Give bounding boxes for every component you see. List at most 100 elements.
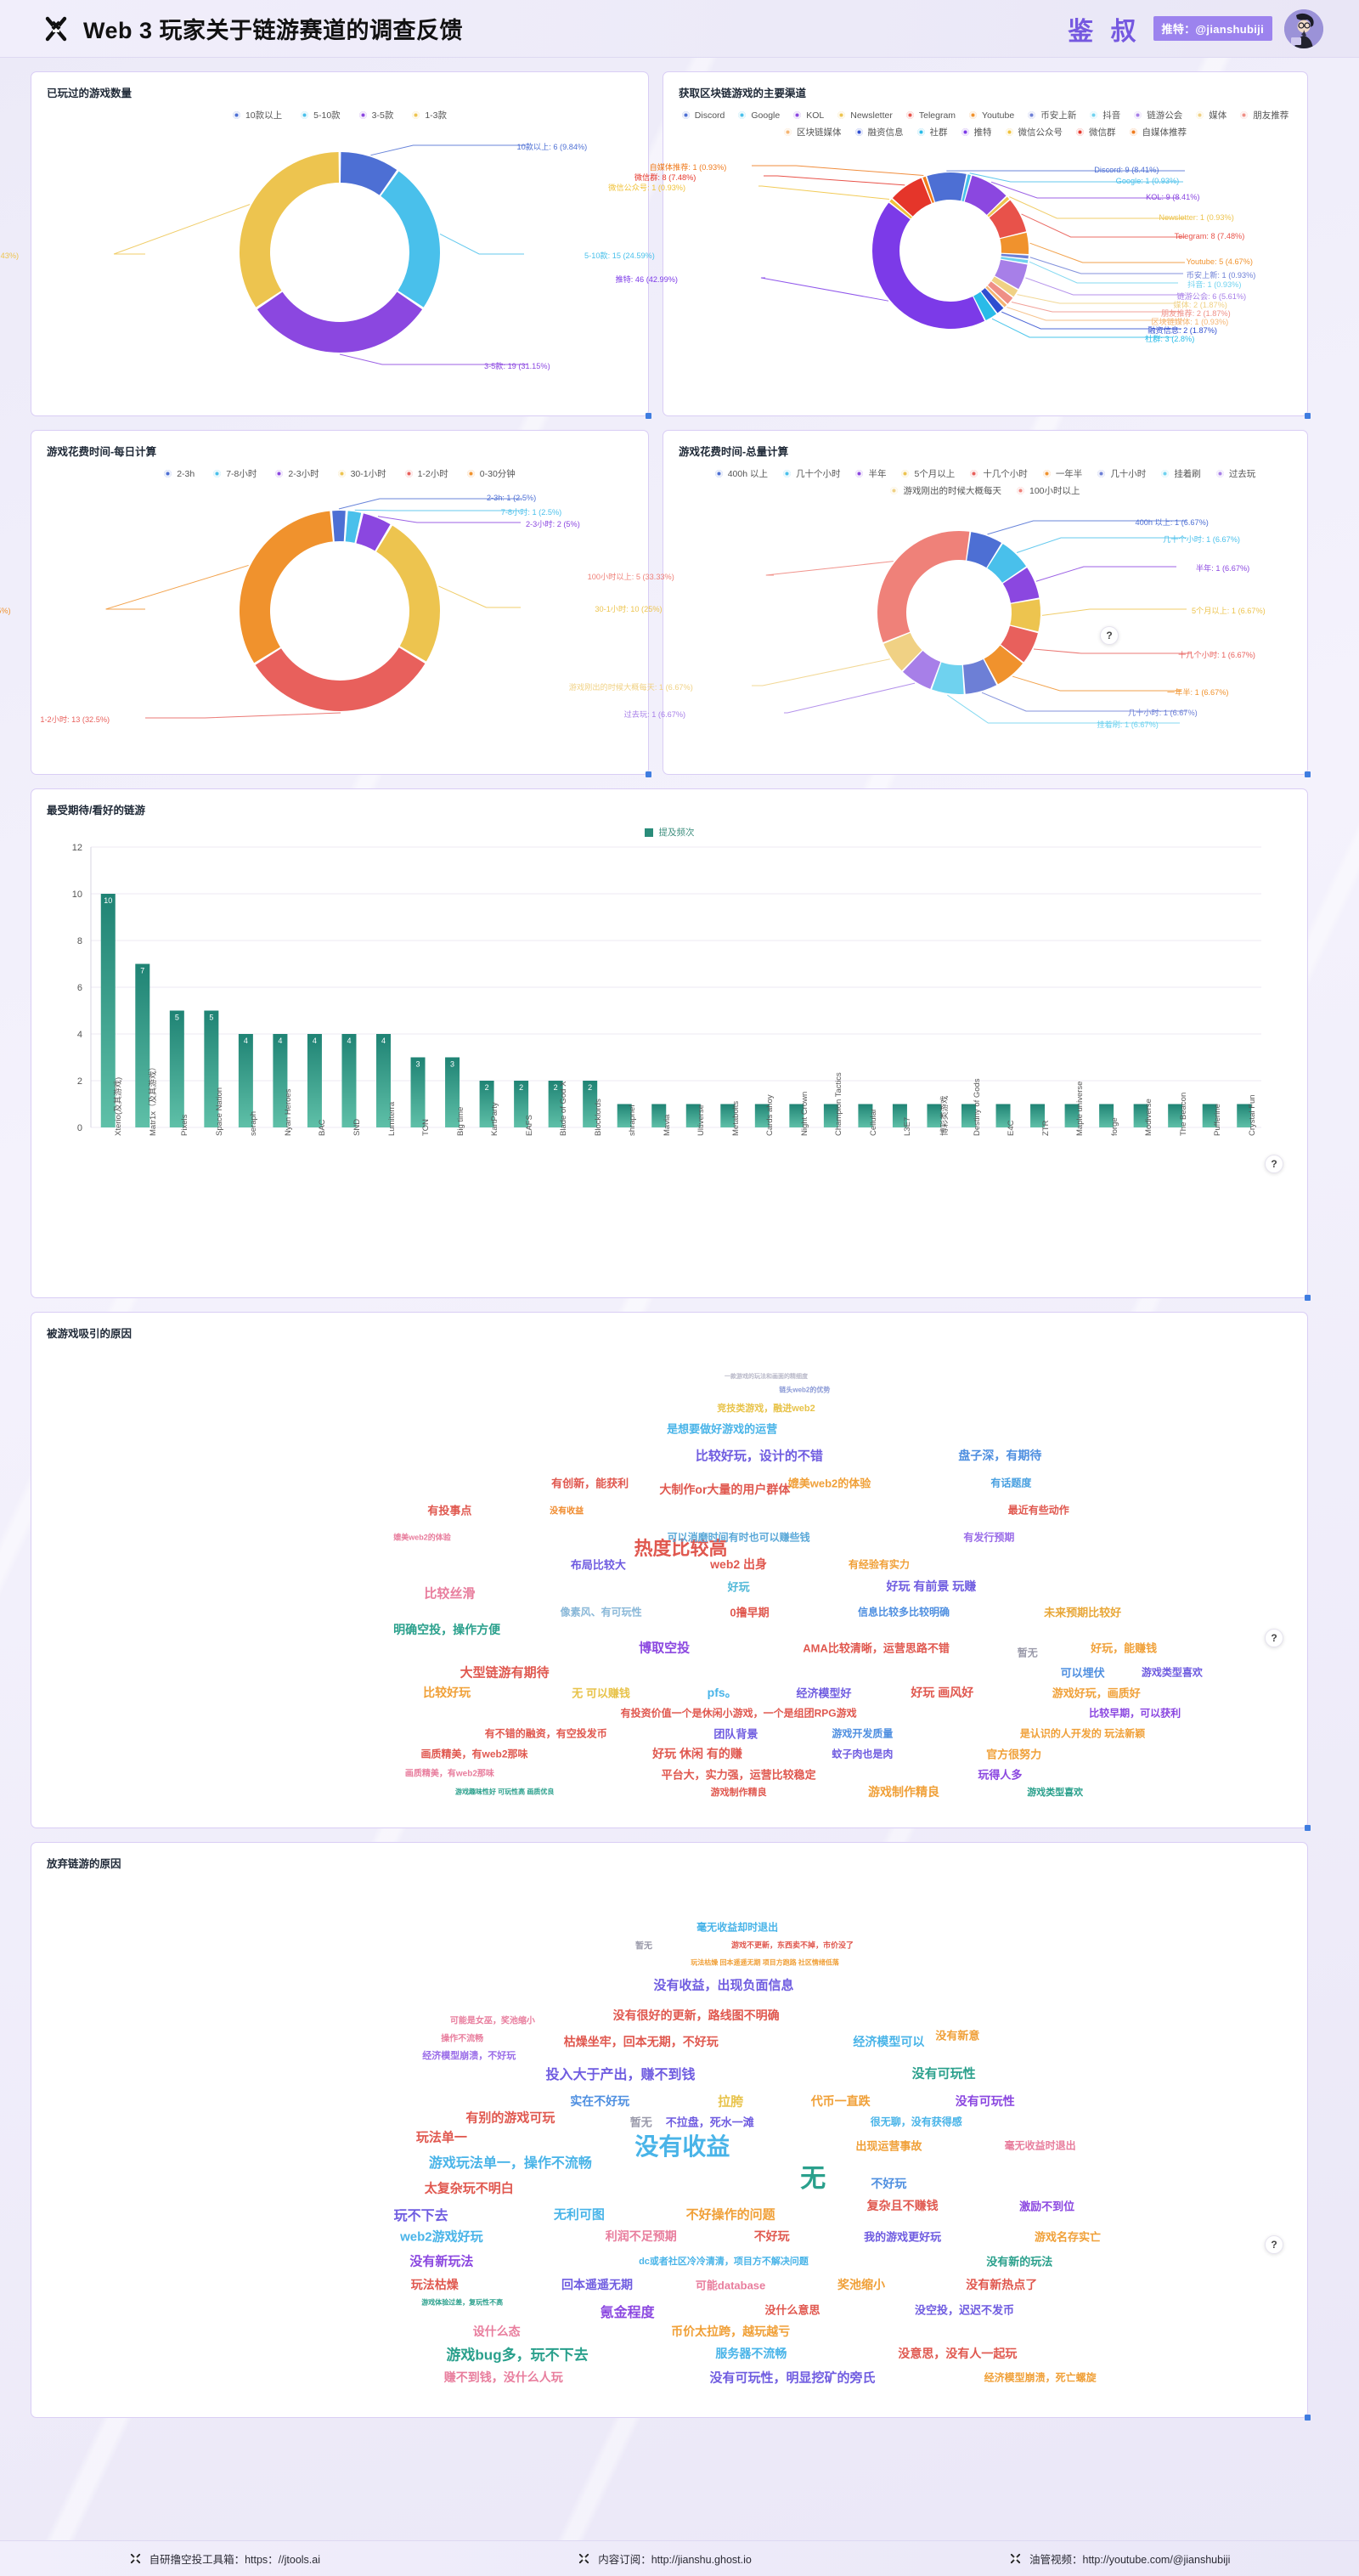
resize-handle[interactable] [1305,413,1311,419]
resize-handle[interactable] [1305,1825,1311,1831]
card-time-total[interactable]: 游戏花费时间-总量计算 400h 以上 几十个小时 半年 5个月以上 十几个小时 一年半几… [569,430,1311,777]
legend-item[interactable]: 1-2小时 [404,467,448,480]
legend-item[interactable]: 媒体 [1196,109,1226,121]
wordcloud-word: 大制作or大量的用户群体 [659,1483,791,1496]
donut-label: KOL: 9 (8.41%) [1146,193,1200,201]
wordcloud-word: 无利可图 [553,2207,605,2223]
legend-item[interactable]: Discord [681,109,725,121]
legend-item[interactable]: 400h 以上 [714,467,768,480]
donut-slice[interactable] [376,525,440,662]
footer-item[interactable]: 油管视频：http://youtube.com/@jianshubiji [1009,2551,1230,2567]
legend-item[interactable]: 社群 [916,126,948,138]
legend-swatch [738,111,747,119]
card-time-daily[interactable]: 游戏花费时间-每日计算 2-3h 7-8小时 2-3小时 30-1小时 1-2小时 0-3… [0,430,663,777]
resize-handle[interactable] [1305,1295,1311,1301]
legend-item[interactable]: 区块链媒体 [784,126,842,138]
legend-item[interactable]: Telegram [905,109,956,121]
legend-item[interactable]: 微信群 [1076,126,1116,138]
wordcloud-word: 游戏类型喜欢 [1141,1666,1203,1679]
legend-swatch [855,470,864,477]
legend-label: Discord [694,110,725,121]
legend-item[interactable]: 融资信息 [854,126,904,138]
leader-line [105,564,249,610]
legend-item[interactable]: 朋友推荐 [1240,109,1289,121]
legend-item[interactable]: KOL [793,109,824,121]
wordcloud-word: 媲美web2的体验 [787,1477,871,1490]
wordcloud-word: 暂无 [635,1941,653,1952]
legend-item[interactable]: Youtube [969,109,1014,121]
legend-label: 区块链媒体 [797,127,842,138]
footer-item[interactable]: 自研撸空投工具箱：https：//jtools.ai [129,2551,320,2567]
legend-item[interactable]: 过去玩 [1215,467,1255,480]
donut-slice[interactable] [927,172,967,202]
wordcloud-quit: 没有收益无 没有收益，出现负面信息 毫无收益却时退出 暂无 游戏不更新，东西卖不掉，市价… [47,1874,1292,2409]
x-tick-label: Matr1x（及其游戏） [148,1062,158,1136]
legend-item[interactable]: 推特 [961,126,992,138]
chart-row-2: 游戏花费时间-每日计算 2-3h 7-8小时 2-3小时 30-1小时 1-2小时 0-3… [0,430,1328,777]
legend-item[interactable]: 2-3h [164,467,195,480]
donut-slice[interactable] [1010,599,1040,632]
donut-slice[interactable] [877,531,970,643]
resize-handle[interactable] [1305,771,1311,777]
legend-item[interactable]: 游戏刚出的时候大概每天 [890,484,1001,497]
legend-item[interactable]: 10款以上 [232,109,282,121]
legend-games-played: 10款以上 5-10款 3-5款 1-3款 [47,109,633,121]
legend-swatch [301,111,309,119]
card-most-anticipated[interactable]: 最受期待/看好的链游 提及频次 0 2 4 6 8 10 12 10 7 5 5 4 4 4 4 4 3 3 2 2 2… [31,788,1311,1301]
card-games-played[interactable]: 已玩过的游戏数量 10款以上 5-10款 3-5款 1-3款 10款以上: 6 (9.… [0,71,655,419]
legend-item[interactable]: 1-3款 [412,109,447,121]
card-channels[interactable]: 获取区块链游戏的主要渠道 Discord Google KOL Newsletter T… [608,71,1311,419]
donut-slice[interactable] [257,291,423,353]
bar[interactable] [307,1034,322,1127]
wordcloud-word: 盘子深，有期待 [958,1449,1042,1463]
legend-item[interactable]: 5-10款 [301,109,341,121]
legend-item[interactable]: 微信公众号 [1005,126,1063,138]
legend-item[interactable]: 挂着刷 [1161,467,1201,480]
card-wordcloud-quit[interactable]: 放弃链游的原因 没有收益无 没有收益，出现负面信息 毫无收益却时退出 暂无 游戏不更新，… [31,1842,1311,2421]
legend-item[interactable]: 3-5款 [358,109,393,121]
donut-slice[interactable] [240,511,333,664]
donut-slice[interactable] [381,171,440,308]
legend-item[interactable]: 100小时以上 [1016,484,1080,497]
legend-item[interactable]: 自媒体推荐 [1129,126,1187,138]
help-icon[interactable]: ? [1100,626,1119,645]
wordcloud-word: 布局比较大 [570,1558,626,1572]
legend-item[interactable]: 2-3小时 [275,467,319,480]
bar[interactable] [169,1010,184,1128]
legend-item[interactable]: 几十个小时 [782,467,840,480]
legend-item[interactable]: 几十小时 [1097,467,1146,480]
legend-item[interactable]: Google [738,109,780,121]
x-tick-label: L3E7 [903,1116,913,1136]
legend-item[interactable]: 十几个小时 [970,467,1028,480]
legend-item[interactable]: 7-8小时 [213,467,257,480]
legend-item[interactable]: 半年 [855,467,886,480]
legend-item[interactable]: 30-1小时 [337,467,386,480]
legend-label: 7-8小时 [226,469,257,479]
donut-slice[interactable] [240,152,339,308]
legend-item[interactable]: 抖音 [1090,109,1120,121]
legend-item[interactable]: 一年半 [1042,467,1082,480]
resize-handle[interactable] [646,771,651,777]
bar-value-label: 4 [278,1037,282,1045]
help-icon[interactable]: ? [1265,2235,1283,2254]
card-wordcloud-attract[interactable]: 被游戏吸引的原因 热度比较高 没有收益 大制作or大量的用户群体 比较好玩，设计的不错… [31,1312,1311,1831]
legend-item[interactable]: 币安上新 [1028,109,1076,121]
footer-item[interactable]: 内容订阅：http://jianshu.ghost.io [578,2551,752,2567]
help-icon[interactable]: ? [1265,1629,1283,1647]
wordcloud-word: 有创新，能获利 [551,1477,629,1490]
help-icon[interactable]: ? [1265,1155,1283,1173]
legend-item[interactable]: Newsletter [837,109,893,121]
wordcloud-word: 好玩 休闲 有的赚 [652,1747,742,1761]
wordcloud-word: 玩法单一 [415,2130,467,2145]
resize-handle[interactable] [646,413,651,419]
legend-item[interactable]: 0-30分钟 [466,467,516,480]
bar[interactable] [341,1034,357,1127]
donut-slice[interactable] [255,647,426,711]
resize-handle[interactable] [1305,2415,1311,2421]
legend-item[interactable]: 5个月以上 [901,467,955,480]
donut-slice[interactable] [872,202,985,329]
legend-item[interactable]: 链游公会 [1134,109,1182,121]
legend-swatch [905,111,914,119]
wordcloud-word: 奖池缩小 [837,2278,885,2292]
donut-slice[interactable] [332,511,346,542]
